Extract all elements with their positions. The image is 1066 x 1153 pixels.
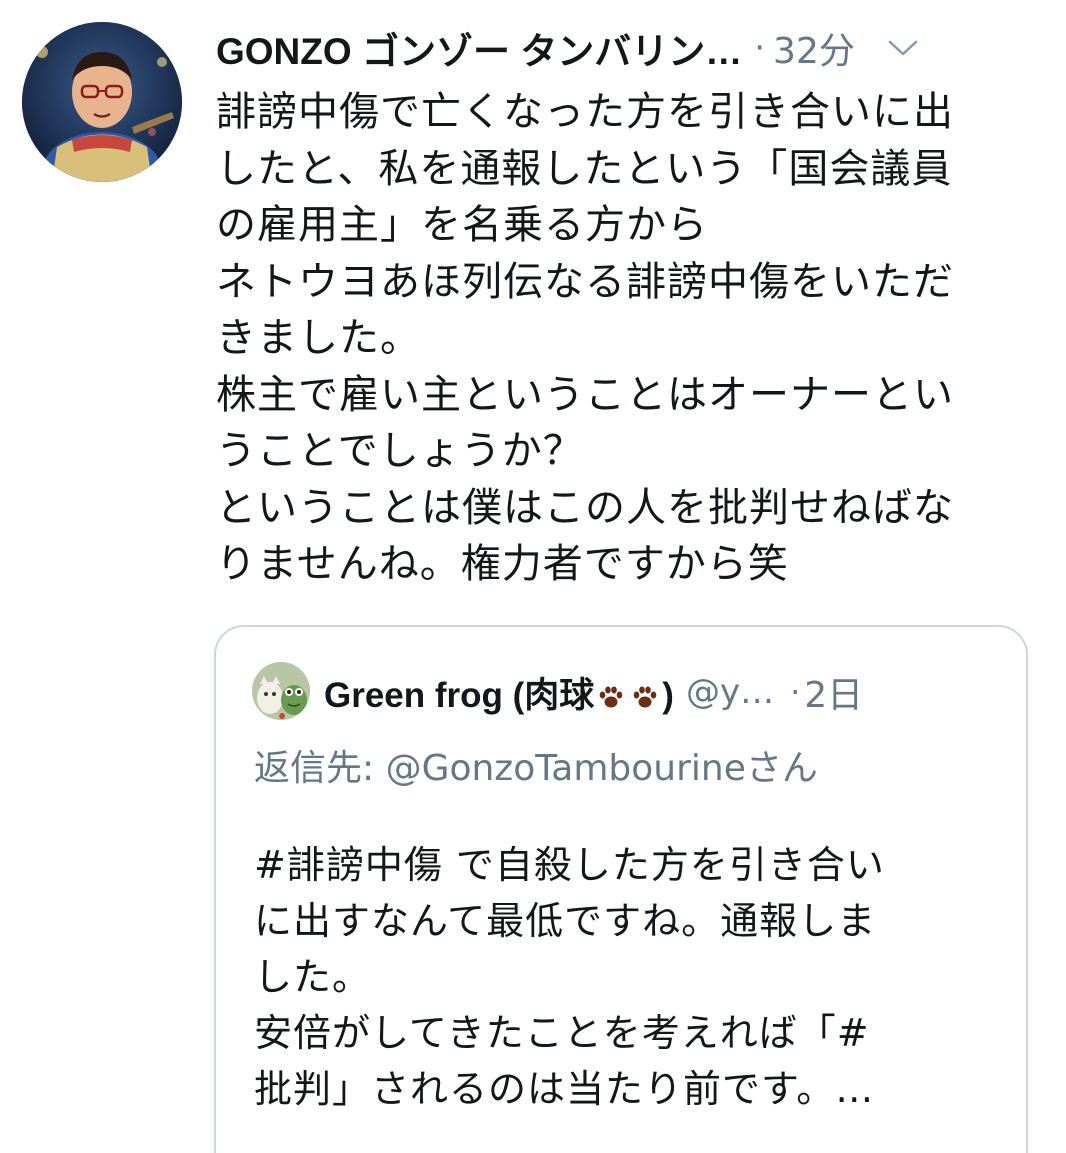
quoted-handle[interactable]: @y… xyxy=(686,672,774,712)
quoted-avatar[interactable] xyxy=(252,662,310,720)
quoted-text-line: 批判」されるのは当たり前です。… xyxy=(254,1067,875,1111)
avatar-image xyxy=(22,22,182,182)
quoted-avatar-image xyxy=(252,662,310,720)
reply-to-label[interactable]: 返信先: @GonzoTambourineさん xyxy=(254,739,818,791)
tweet-text-line: ということは僕はこの人を批判せねばな xyxy=(216,484,954,531)
tweet-text-line: りませんね。権力者ですから笑 xyxy=(216,541,789,587)
quoted-text-line: 安倍がしてきたことを考えれば「# xyxy=(254,1011,870,1055)
quoted-timestamp[interactable]: 2日 xyxy=(804,666,863,718)
tweet-text-line: ネトウヨあほ列伝なる誹謗中傷をいただ xyxy=(216,258,954,305)
chevron-down-icon[interactable] xyxy=(885,30,921,66)
tweet-text-line: 誹謗中傷で亡くなった方を引き合いに出 xyxy=(216,89,954,135)
paw-print-icon xyxy=(631,683,659,711)
quoted-tweet-text: #誹謗中傷 で自殺した方を引き合い に出すなんて最低ですね。通報しま した。 安… xyxy=(254,837,994,1117)
quoted-display-name[interactable]: Green frog (肉球) xyxy=(324,667,674,718)
quoted-text-line: に出すなんて最低ですね。通報しま xyxy=(254,899,877,943)
tweet-text-line: うことでしょうか？ xyxy=(216,428,584,474)
tweet-header: GONZO ゴンゾー タンバリン… · 32分 xyxy=(216,22,1036,74)
tweet-text-line: 株主で雇い主ということはオーナーとい xyxy=(216,371,954,418)
avatar[interactable] xyxy=(22,22,182,182)
quoted-name-suffix: ) xyxy=(662,675,674,715)
tweet-text-line: きました。 xyxy=(216,315,421,361)
tweet-text-line: の雇用主」を名乗る方から xyxy=(216,202,708,248)
display-name[interactable]: GONZO ゴンゾー タンバリン… xyxy=(216,21,742,75)
timestamp[interactable]: 32分 xyxy=(773,22,855,74)
header-separator: · xyxy=(754,28,766,68)
tweet-text: 誹謗中傷で亡くなった方を引き合いに出 したと、私を通報したという「国会議員 の雇… xyxy=(216,84,1036,593)
quoted-tweet-card[interactable]: Green frog (肉球) @y… · 2日 返信先: @GonzoTamb… xyxy=(214,625,1028,1153)
quoted-header-separator: · xyxy=(790,673,801,711)
tweet[interactable]: GONZO ゴンゾー タンバリン… · 32分 誹謗中傷で亡くなった方を引き合い… xyxy=(0,0,1066,1153)
quoted-name-prefix: Green frog (肉球 xyxy=(324,675,595,715)
paw-print-icon xyxy=(597,683,625,711)
quoted-text-line: #誹謗中傷 で自殺した方を引き合い xyxy=(254,843,885,887)
quoted-text-line: した。 xyxy=(254,955,372,999)
tweet-text-line: したと、私を通報したという「国会議員 xyxy=(216,145,953,192)
quoted-tweet-header: Green frog (肉球) @y… · 2日 xyxy=(324,667,1014,717)
